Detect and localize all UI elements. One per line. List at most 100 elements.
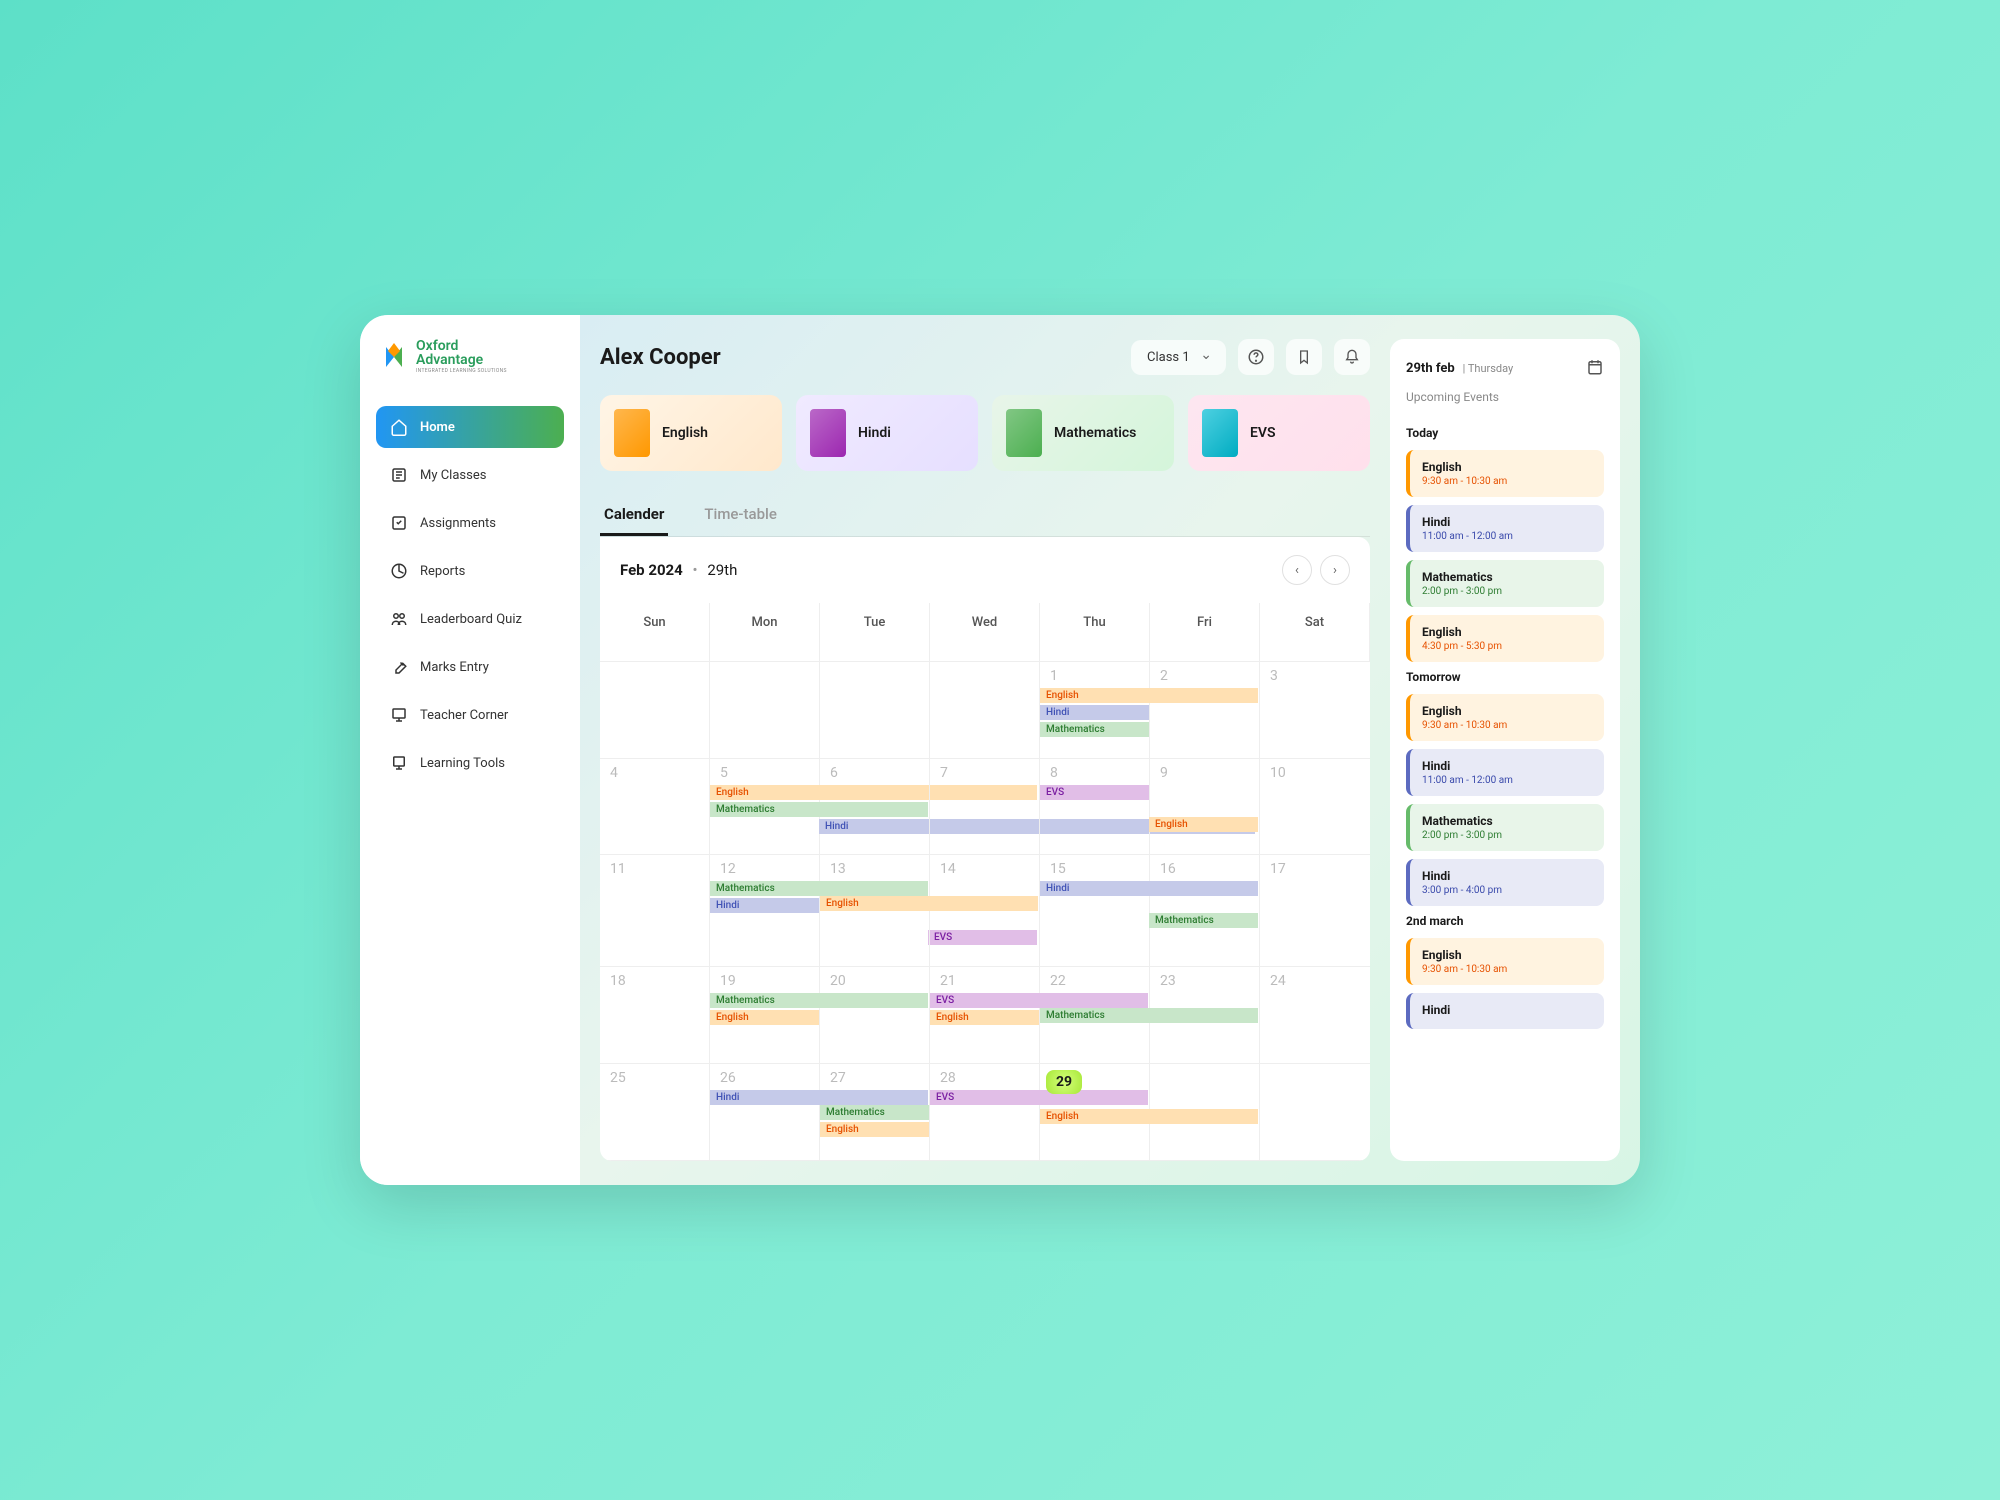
calendar-cell[interactable]: 5EnglishMathematicsHindi	[710, 759, 820, 856]
event-bar[interactable]: English	[820, 1122, 929, 1137]
upcoming-event[interactable]: English9:30 am - 10:30 am	[1406, 694, 1604, 741]
event-time: 9:30 am - 10:30 am	[1422, 720, 1592, 731]
cell-date: 28	[930, 1070, 1039, 1090]
upcoming-event[interactable]: Hindi11:00 am - 12:00 am	[1406, 749, 1604, 796]
calendar-icon[interactable]	[1586, 358, 1604, 376]
event-time: 9:30 am - 10:30 am	[1422, 476, 1592, 487]
events-scroll[interactable]: TodayEnglish9:30 am - 10:30 amHindi11:00…	[1406, 420, 1604, 1143]
calendar-cell[interactable]: 24	[1260, 967, 1370, 1064]
cell-date: 20	[820, 973, 929, 993]
upcoming-event[interactable]: Mathematics2:00 pm - 3:00 pm	[1406, 560, 1604, 607]
day-header: Thu	[1040, 603, 1150, 662]
logo-mark-icon	[380, 343, 408, 371]
help-button[interactable]	[1238, 339, 1274, 375]
calendar-cell[interactable]: 19MathematicsEnglish	[710, 967, 820, 1064]
calendar-cell[interactable]: 11	[600, 855, 710, 967]
class-selector[interactable]: Class 1	[1131, 340, 1226, 375]
nav-label: Home	[420, 420, 455, 435]
upcoming-event[interactable]: English4:30 pm - 5:30 pm	[1406, 615, 1604, 662]
event-bar[interactable]: English	[710, 1010, 819, 1025]
calendar-cell[interactable]: 26Hindi	[710, 1064, 820, 1161]
calendar-cell[interactable]: 9	[1150, 759, 1260, 856]
calendar-cell[interactable]: 22Mathematics	[1040, 967, 1150, 1064]
calendar-prev-button[interactable]: ‹	[1282, 555, 1312, 585]
nav-item-marks-entry[interactable]: Marks Entry	[376, 646, 564, 688]
calendar-cell[interactable]: 3	[1260, 662, 1370, 759]
calendar-cell[interactable]	[930, 662, 1040, 759]
upcoming-event[interactable]: Hindi11:00 am - 12:00 am	[1406, 505, 1604, 552]
subject-card-mat[interactable]: Mathematics	[992, 395, 1174, 471]
calendar-cell[interactable]: 25	[600, 1064, 710, 1161]
day-header: Mon	[710, 603, 820, 662]
panel-date: 29th feb	[1406, 361, 1455, 376]
upcoming-event[interactable]: Hindi	[1406, 993, 1604, 1029]
calendar-cell[interactable]: 7	[930, 759, 1040, 856]
upcoming-event[interactable]: English9:30 am - 10:30 am	[1406, 938, 1604, 985]
cell-date: 19	[710, 973, 819, 993]
calendar-cell[interactable]: 28EVS	[930, 1064, 1040, 1161]
cell-date	[1260, 1070, 1370, 1090]
cell-date	[600, 668, 709, 688]
calendar-cell[interactable]	[710, 662, 820, 759]
event-bar[interactable]: Hindi	[710, 898, 819, 913]
calendar-cell[interactable]: 15HindiMathematics	[1040, 855, 1150, 967]
calendar-cell[interactable]: 12MathematicsHindiEVS	[710, 855, 820, 967]
tab-time-table[interactable]: Time-table	[700, 495, 781, 536]
nav-item-teacher-corner[interactable]: Teacher Corner	[376, 694, 564, 736]
subjects-row: EnglishHindiMathematicsEVS	[600, 395, 1370, 471]
calendar-cell[interactable]: 14	[930, 855, 1040, 967]
leaderboard-icon	[390, 610, 408, 628]
calendar-cell[interactable]: 1EnglishHindiMathematics	[1040, 662, 1150, 759]
bookmark-button[interactable]	[1286, 339, 1322, 375]
day-header: Sat	[1260, 603, 1370, 662]
brand-line2: Advantage	[416, 353, 507, 367]
cell-date: 26	[710, 1070, 819, 1090]
subject-card-evs[interactable]: EVS	[1188, 395, 1370, 471]
brand-tagline: INTEGRATED LEARNING SOLUTIONS	[416, 369, 507, 374]
calendar-cell[interactable]: 18	[600, 967, 710, 1064]
upcoming-event[interactable]: English9:30 am - 10:30 am	[1406, 450, 1604, 497]
upcoming-event[interactable]: Hindi3:00 pm - 4:00 pm	[1406, 859, 1604, 906]
subject-card-hin[interactable]: Hindi	[796, 395, 978, 471]
nav-item-my-classes[interactable]: My Classes	[376, 454, 564, 496]
calendar-cell[interactable]: 16	[1150, 855, 1260, 967]
calendar-cell[interactable]: 10	[1260, 759, 1370, 856]
nav-item-reports[interactable]: Reports	[376, 550, 564, 592]
nav-item-assignments[interactable]: Assignments	[376, 502, 564, 544]
calendar-cell[interactable]	[600, 662, 710, 759]
nav-item-learning-tools[interactable]: Learning Tools	[376, 742, 564, 784]
event-bar[interactable]: EVS	[1040, 785, 1149, 800]
cell-date: 24	[1260, 973, 1370, 993]
calendar-cell[interactable]: 23	[1150, 967, 1260, 1064]
calendar-cell[interactable]	[1150, 1064, 1260, 1161]
calendar-cell[interactable]: 29English	[1040, 1064, 1150, 1161]
event-bar[interactable]: English	[930, 1010, 1039, 1025]
panel-subtitle: Upcoming Events	[1406, 390, 1604, 404]
calendar: Feb 2024 • 29th ‹ › SunMonTueWedThuFriSa…	[600, 537, 1370, 1161]
nav-item-leaderboard-quiz[interactable]: Leaderboard Quiz	[376, 598, 564, 640]
calendar-cell[interactable]: 4	[600, 759, 710, 856]
calendar-next-button[interactable]: ›	[1320, 555, 1350, 585]
calendar-cell[interactable]	[1260, 1064, 1370, 1161]
upcoming-event[interactable]: Mathematics2:00 pm - 3:00 pm	[1406, 804, 1604, 851]
event-bar[interactable]: Mathematics	[820, 1105, 929, 1120]
nav: Home My Classes Assignments Reports Leaderbo…	[376, 406, 564, 784]
calendar-cell[interactable]: 13English	[820, 855, 930, 967]
nav-label: Learning Tools	[420, 756, 505, 771]
nav-item-home[interactable]: Home	[376, 406, 564, 448]
subject-card-eng[interactable]: English	[600, 395, 782, 471]
calendar-cell[interactable]: 2	[1150, 662, 1260, 759]
notifications-button[interactable]	[1334, 339, 1370, 375]
cell-date: 22	[1040, 973, 1149, 993]
event-bar[interactable]: Mathematics	[1040, 722, 1149, 737]
calendar-cell[interactable]: 27MathematicsEnglish	[820, 1064, 930, 1161]
calendar-cell[interactable]: 21EVSEnglish	[930, 967, 1040, 1064]
calendar-grid: SunMonTueWedThuFriSat 1EnglishHindiMathe…	[600, 603, 1370, 1161]
calendar-cell[interactable]: 20	[820, 967, 930, 1064]
calendar-cell[interactable]: 17	[1260, 855, 1370, 967]
calendar-cell[interactable]: 8EVSEnglish	[1040, 759, 1150, 856]
calendar-cell[interactable]: 6	[820, 759, 930, 856]
calendar-cell[interactable]	[820, 662, 930, 759]
tab-calender[interactable]: Calender	[600, 495, 668, 536]
event-bar[interactable]: Hindi	[1040, 705, 1149, 720]
